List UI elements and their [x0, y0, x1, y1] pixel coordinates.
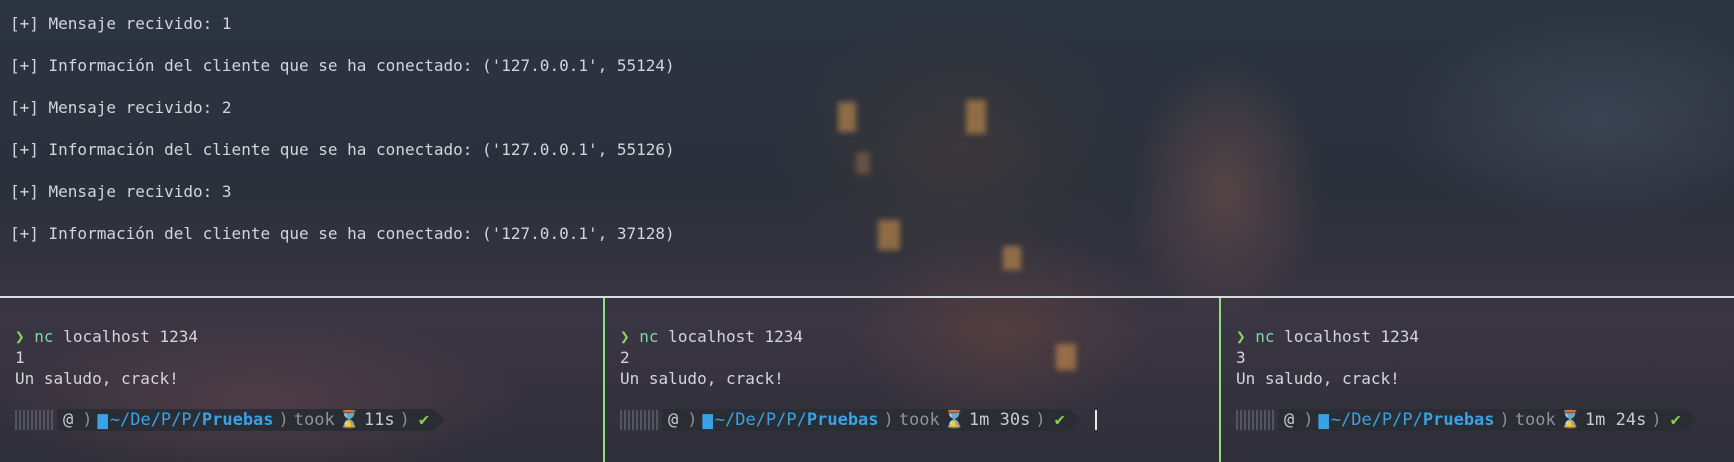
- prompt-arrow-icon: ❯: [1236, 327, 1246, 346]
- separator-icon: ): [687, 410, 698, 430]
- client-terminal-pane-3[interactable]: ❯ nc localhost 1234 3 Un saludo, crack! …: [1221, 298, 1734, 462]
- path-prefix: ~/De/P/P/: [1330, 410, 1423, 430]
- command-duration: 11s: [363, 410, 395, 430]
- hourglass-icon: ⌛: [943, 410, 965, 430]
- hourglass-icon: ⌛: [338, 410, 360, 430]
- path-prefix: ~/De/P/P/: [109, 410, 202, 430]
- prompt-segment: @) ▆ ~/De/P/P/Pruebas) took ⌛ 1m 30s) ✔: [662, 409, 1069, 431]
- command-args: localhost 1234: [53, 327, 199, 346]
- output-line: 1: [15, 348, 25, 367]
- separator-icon: ): [278, 410, 289, 430]
- output-line: Un saludo, crack!: [1236, 369, 1400, 388]
- prompt-fade-decoration: [15, 410, 55, 430]
- command-line: ❯ nc localhost 1234: [15, 326, 604, 347]
- client-terminal-pane-2[interactable]: ❯ nc localhost 1234 2 Un saludo, crack! …: [603, 298, 1221, 462]
- hourglass-icon: ⌛: [1559, 410, 1581, 430]
- log-line: [+] Información del cliente que se ha co…: [10, 224, 675, 243]
- shell-prompt: @) ▆ ~/De/P/P/Pruebas) took ⌛ 11s) ✔: [15, 408, 446, 432]
- path-current: Pruebas: [201, 410, 274, 430]
- path-prefix: ~/De/P/P/: [714, 410, 807, 430]
- prompt-segment: @) ▆ ~/De/P/P/Pruebas) took ⌛ 1m 24s) ✔: [1278, 409, 1685, 431]
- output-line: Un saludo, crack!: [15, 369, 179, 388]
- debian-icon: @: [1284, 410, 1295, 430]
- client-terminal-pane-1[interactable]: ❯ nc localhost 1234 1 Un saludo, crack! …: [0, 298, 604, 462]
- prompt-fade-decoration: [1236, 410, 1276, 430]
- prompt-tail-icon: [433, 409, 446, 431]
- separator-icon: ): [1499, 410, 1510, 430]
- output-line: 2: [620, 348, 630, 367]
- took-label: took: [293, 410, 335, 430]
- command-duration: 1m 30s: [968, 410, 1031, 430]
- check-icon: ✔: [1054, 410, 1065, 430]
- output-line: Un saludo, crack!: [620, 369, 784, 388]
- folder-icon: ▆: [702, 410, 713, 430]
- command-name: nc: [34, 327, 54, 346]
- separator-icon: ): [883, 410, 894, 430]
- folder-icon: ▆: [97, 410, 108, 430]
- command-name: nc: [1255, 327, 1275, 346]
- check-icon: ✔: [1670, 410, 1681, 430]
- command-line: ❯ nc localhost 1234: [1236, 326, 1734, 347]
- server-terminal-pane[interactable]: [+] Mensaje recivido: 1 [+] Información …: [0, 0, 1734, 296]
- log-line: [+] Mensaje recivido: 3: [10, 182, 232, 201]
- debian-icon: @: [63, 410, 74, 430]
- command-args: localhost 1234: [1274, 327, 1420, 346]
- separator-icon: ): [1651, 410, 1662, 430]
- text-cursor[interactable]: [1094, 410, 1097, 430]
- shell-prompt: @) ▆ ~/De/P/P/Pruebas) took ⌛ 1m 24s) ✔: [1236, 408, 1697, 432]
- log-line: [+] Información del cliente que se ha co…: [10, 56, 675, 75]
- took-label: took: [898, 410, 940, 430]
- log-line: [+] Mensaje recivido: 1: [10, 14, 232, 33]
- command-line: ❯ nc localhost 1234: [620, 326, 1219, 347]
- prompt-segment: @) ▆ ~/De/P/P/Pruebas) took ⌛ 11s) ✔: [57, 409, 434, 431]
- debian-icon: @: [668, 410, 679, 430]
- separator-icon: ): [399, 410, 410, 430]
- check-icon: ✔: [418, 410, 430, 430]
- output-line: 3: [1236, 348, 1246, 367]
- took-label: took: [1514, 410, 1556, 430]
- path-current: Pruebas: [1422, 410, 1495, 430]
- command-duration: 1m 24s: [1584, 410, 1647, 430]
- separator-icon: ): [1303, 410, 1314, 430]
- log-line: [+] Mensaje recivido: 2: [10, 98, 232, 117]
- separator-icon: ): [1035, 410, 1046, 430]
- separator-icon: ): [82, 410, 93, 430]
- path-current: Pruebas: [806, 410, 879, 430]
- command-name: nc: [639, 327, 659, 346]
- prompt-fade-decoration: [620, 410, 660, 430]
- folder-icon: ▆: [1318, 410, 1329, 430]
- log-line: [+] Información del cliente que se ha co…: [10, 140, 675, 159]
- shell-prompt: @) ▆ ~/De/P/P/Pruebas) took ⌛ 1m 30s) ✔: [620, 408, 1097, 432]
- prompt-tail-icon: [1068, 409, 1081, 431]
- command-args: localhost 1234: [658, 327, 804, 346]
- prompt-arrow-icon: ❯: [620, 327, 630, 346]
- prompt-arrow-icon: ❯: [15, 327, 25, 346]
- prompt-tail-icon: [1684, 409, 1697, 431]
